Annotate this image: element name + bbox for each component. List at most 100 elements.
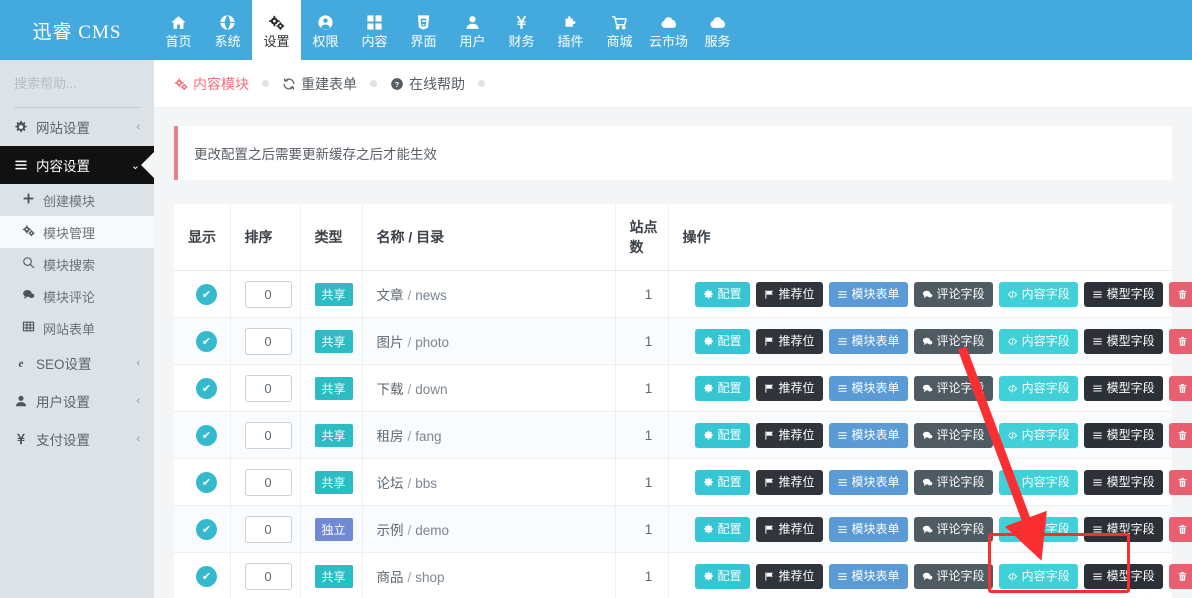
sidebar-item-模块搜索[interactable]: 模块搜索 <box>0 248 154 280</box>
action-button-卸载[interactable]: 卸载 <box>1168 281 1192 307</box>
flag-icon <box>764 477 775 488</box>
site-count: 1 <box>644 521 653 537</box>
action-button-评论字段[interactable]: 评论字段 <box>913 516 993 542</box>
action-button-卸载[interactable]: 卸载 <box>1168 563 1192 589</box>
action-button-模型字段[interactable]: 模型字段 <box>1083 422 1163 448</box>
sidebar-group-内容设置[interactable]: 内容设置 ⌄ <box>0 146 168 184</box>
action-button-评论字段[interactable]: 评论字段 <box>913 422 993 448</box>
action-button-推荐位[interactable]: 推荐位 <box>755 281 823 307</box>
action-button-配置[interactable]: 配置 <box>694 281 750 307</box>
action-button-卸载[interactable]: 卸载 <box>1168 469 1192 495</box>
action-button-卸载[interactable]: 卸载 <box>1168 375 1192 401</box>
nav-item-用户[interactable]: 用户 <box>448 0 497 60</box>
action-button-推荐位[interactable]: 推荐位 <box>755 563 823 589</box>
brand-logo[interactable]: 迅睿 CMS <box>0 0 154 60</box>
action-button-推荐位[interactable]: 推荐位 <box>755 375 823 401</box>
nav-item-系统[interactable]: 系统 <box>203 0 252 60</box>
cell-sort <box>230 552 301 598</box>
cell-name[interactable]: 下载 / down <box>362 364 616 412</box>
action-button-配置[interactable]: 配置 <box>694 422 750 448</box>
nav-item-首页[interactable]: 首页 <box>154 0 203 60</box>
cell-name[interactable]: 文章 / news <box>362 270 616 318</box>
sort-input[interactable] <box>244 374 292 402</box>
action-button-模块表单[interactable]: 模块表单 <box>828 516 908 542</box>
sidebar-group-网站设置[interactable]: 网站设置 ‹ <box>0 108 154 146</box>
action-button-内容字段[interactable]: 内容字段 <box>998 328 1078 354</box>
nav-item-插件[interactable]: 插件 <box>546 0 595 60</box>
row-enabled-toggle[interactable]: ✔ <box>196 471 217 493</box>
sort-input[interactable] <box>244 421 292 449</box>
action-button-模块表单[interactable]: 模块表单 <box>828 281 908 307</box>
row-enabled-toggle[interactable]: ✔ <box>196 330 217 352</box>
breadcrumb-item-在线帮助[interactable]: ? 在线帮助 <box>390 74 465 94</box>
action-button-卸载[interactable]: 卸载 <box>1168 516 1192 542</box>
breadcrumb-item-重建表单[interactable]: 重建表单 <box>282 74 357 94</box>
sort-input[interactable] <box>244 468 292 496</box>
action-button-模型字段[interactable]: 模型字段 <box>1083 469 1163 495</box>
action-button-推荐位[interactable]: 推荐位 <box>755 516 823 542</box>
sidebar-item-网站表单[interactable]: 网站表单 <box>0 312 154 344</box>
action-button-评论字段[interactable]: 评论字段 <box>913 328 993 354</box>
nav-item-云市场[interactable]: 云市场 <box>644 0 693 60</box>
globe-icon <box>219 12 236 32</box>
sidebar-search[interactable] <box>14 60 204 108</box>
nav-item-财务[interactable]: 财务 <box>497 0 546 60</box>
action-button-评论字段[interactable]: 评论字段 <box>913 281 993 307</box>
sort-input[interactable] <box>244 280 292 308</box>
action-button-模块表单[interactable]: 模块表单 <box>828 469 908 495</box>
action-button-配置[interactable]: 配置 <box>694 563 750 589</box>
action-button-模型字段[interactable]: 模型字段 <box>1083 281 1163 307</box>
action-button-配置[interactable]: 配置 <box>694 516 750 542</box>
action-button-内容字段[interactable]: 内容字段 <box>998 422 1078 448</box>
action-button-卸载[interactable]: 卸载 <box>1168 422 1192 448</box>
nav-item-界面[interactable]: 界面 <box>399 0 448 60</box>
sidebar-item-模块管理[interactable]: 模块管理 <box>0 216 154 248</box>
action-button-配置[interactable]: 配置 <box>694 328 750 354</box>
action-button-推荐位[interactable]: 推荐位 <box>755 422 823 448</box>
action-button-模块表单[interactable]: 模块表单 <box>828 422 908 448</box>
action-button-评论字段[interactable]: 评论字段 <box>913 563 993 589</box>
action-button-模块表单[interactable]: 模块表单 <box>828 375 908 401</box>
nav-item-设置[interactable]: 设置 <box>252 0 301 60</box>
action-button-模块表单[interactable]: 模块表单 <box>828 563 908 589</box>
sort-input[interactable] <box>244 515 292 543</box>
action-button-配置[interactable]: 配置 <box>694 469 750 495</box>
action-button-模型字段[interactable]: 模型字段 <box>1083 328 1163 354</box>
action-button-内容字段[interactable]: 内容字段 <box>998 375 1078 401</box>
sort-input[interactable] <box>244 562 292 590</box>
sidebar-item-模块评论[interactable]: 模块评论 <box>0 280 154 312</box>
row-enabled-toggle[interactable]: ✔ <box>196 283 217 305</box>
action-button-内容字段[interactable]: 内容字段 <box>998 281 1078 307</box>
action-button-模块表单[interactable]: 模块表单 <box>828 328 908 354</box>
cell-name[interactable]: 论坛 / bbs <box>362 458 616 506</box>
breadcrumb-item-内容模块[interactable]: 内容模块 <box>174 74 249 94</box>
action-button-label: 评论字段 <box>936 381 985 395</box>
sidebar-group-用户设置[interactable]: 用户设置 ‹ <box>0 382 154 420</box>
sidebar-group-支付设置[interactable]: 支付设置 ‹ <box>0 420 154 458</box>
action-button-卸载[interactable]: 卸载 <box>1168 328 1192 354</box>
sidebar-item-创建模块[interactable]: 创建模块 <box>0 184 154 216</box>
nav-item-服务[interactable]: 服务 <box>693 0 742 60</box>
action-button-内容字段[interactable]: 内容字段 <box>998 469 1078 495</box>
cell-name[interactable]: 租房 / fang <box>362 411 616 459</box>
cell-name[interactable]: 示例 / demo <box>362 505 616 553</box>
list-icon <box>837 383 848 394</box>
row-enabled-toggle[interactable]: ✔ <box>196 377 217 399</box>
action-button-评论字段[interactable]: 评论字段 <box>913 469 993 495</box>
action-button-模型字段[interactable]: 模型字段 <box>1083 375 1163 401</box>
cell-name[interactable]: 商品 / shop <box>362 552 616 598</box>
nav-item-内容[interactable]: 内容 <box>350 0 399 60</box>
sort-input[interactable] <box>244 327 292 355</box>
nav-item-权限[interactable]: 权限 <box>301 0 350 60</box>
lines-icon <box>1092 383 1103 394</box>
row-enabled-toggle[interactable]: ✔ <box>196 565 217 587</box>
row-enabled-toggle[interactable]: ✔ <box>196 518 217 540</box>
row-enabled-toggle[interactable]: ✔ <box>196 424 217 446</box>
action-button-推荐位[interactable]: 推荐位 <box>755 469 823 495</box>
sidebar-group-SEO设置[interactable]: e SEO设置 ‹ <box>0 344 154 382</box>
action-button-配置[interactable]: 配置 <box>694 375 750 401</box>
action-button-评论字段[interactable]: 评论字段 <box>913 375 993 401</box>
cell-name[interactable]: 图片 / photo <box>362 317 616 365</box>
nav-item-商城[interactable]: 商城 <box>595 0 644 60</box>
action-button-推荐位[interactable]: 推荐位 <box>755 328 823 354</box>
